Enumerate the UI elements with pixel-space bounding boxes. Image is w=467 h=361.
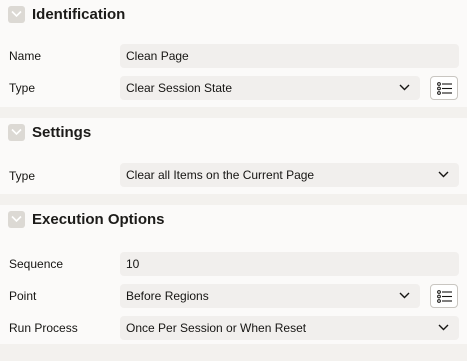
settings-header[interactable]: Settings (0, 118, 467, 148)
run-process-value: Once Per Session or When Reset (126, 321, 307, 335)
sequence-field[interactable]: 10 (120, 252, 459, 276)
execution-options-section: Execution Options Sequence 10 Point Befo… (0, 205, 467, 344)
chevron-down-icon (399, 84, 410, 91)
section-title: Settings (32, 124, 92, 141)
chevron-down-icon (399, 292, 410, 299)
execution-options-header[interactable]: Execution Options (0, 205, 467, 235)
section-title: Execution Options (32, 211, 165, 228)
section-title: Identification (32, 6, 126, 23)
chevron-down-icon (11, 128, 22, 136)
point-value: Before Regions (126, 289, 209, 303)
run-process-label: Run Process (9, 321, 78, 335)
settings-section: Settings Type Clear all Items on the Cur… (0, 118, 467, 194)
settings-type-select[interactable]: Clear all Items on the Current Page (120, 163, 459, 187)
name-label: Name (9, 49, 42, 63)
sequence-label: Sequence (9, 257, 64, 271)
name-value: Clean Page (126, 49, 189, 63)
list-select-button[interactable] (430, 76, 458, 100)
type-value: Clear Session State (126, 81, 233, 95)
sequence-value: 10 (126, 257, 140, 271)
name-field[interactable]: Clean Page (120, 44, 459, 68)
collapse-toggle-button[interactable] (8, 211, 25, 228)
collapse-toggle-button[interactable] (8, 124, 25, 141)
identification-section: Identification Name Clean Page Type Clea… (0, 0, 467, 107)
point-select[interactable]: Before Regions (120, 284, 420, 308)
chevron-down-icon (438, 171, 449, 178)
list-select-icon (437, 290, 452, 303)
chevron-down-icon (438, 324, 449, 331)
type-select[interactable]: Clear Session State (120, 76, 420, 100)
type-label: Type (9, 81, 36, 95)
identification-header[interactable]: Identification (0, 0, 467, 30)
list-select-button[interactable] (430, 284, 458, 308)
chevron-down-icon (11, 215, 22, 223)
type-label: Type (9, 169, 36, 183)
collapse-toggle-button[interactable] (8, 6, 25, 23)
point-label: Point (9, 289, 37, 303)
chevron-down-icon (11, 10, 22, 18)
list-select-icon (437, 82, 452, 95)
run-process-select[interactable]: Once Per Session or When Reset (120, 316, 459, 340)
settings-type-value: Clear all Items on the Current Page (126, 168, 315, 182)
